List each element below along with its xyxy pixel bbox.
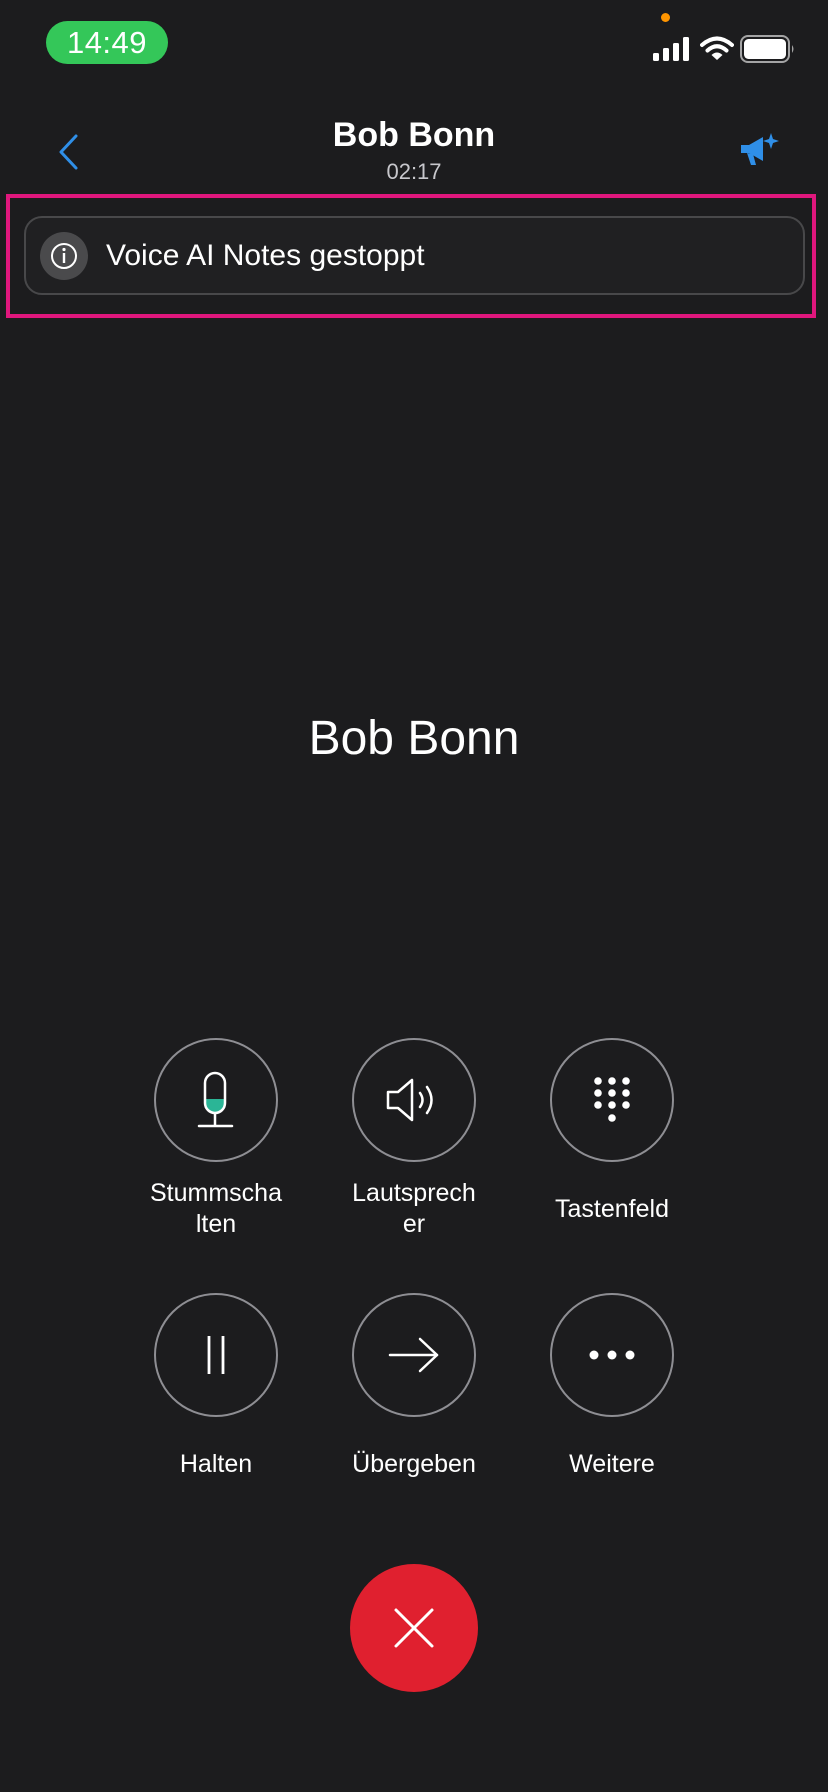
- call-duration: 02:17: [386, 159, 442, 184]
- back-button[interactable]: [48, 128, 88, 176]
- mute-button[interactable]: Stummscha lten: [126, 1038, 306, 1240]
- speaker-button-circle[interactable]: [352, 1038, 476, 1162]
- megaphone-sparkle-icon: [741, 133, 779, 165]
- privacy-indicator-dot: [661, 13, 670, 22]
- pause-icon: [207, 1336, 225, 1374]
- status-time: 14:49: [46, 21, 168, 64]
- voice-ai-status-banner: Voice AI Notes gestoppt: [24, 216, 805, 295]
- speaker-icon: [386, 1078, 433, 1122]
- arrow-right-icon: [388, 1337, 439, 1373]
- keypad-button[interactable]: Tastenfeld: [522, 1038, 702, 1225]
- close-icon: [394, 1608, 434, 1648]
- info-icon: [40, 231, 88, 280]
- mute-button-circle[interactable]: [154, 1038, 278, 1162]
- end-call-button[interactable]: [350, 1564, 478, 1692]
- microphone-icon: [197, 1071, 234, 1128]
- voice-ai-button[interactable]: [734, 126, 786, 174]
- more-icon: [589, 1350, 635, 1360]
- signal-icon: [653, 37, 689, 61]
- transfer-button[interactable]: Übergeben: [324, 1293, 504, 1480]
- keypad-label: Tastenfeld: [555, 1195, 669, 1223]
- more-label: Weitere: [569, 1450, 655, 1478]
- call-header-title: Bob Bonn: [332, 116, 496, 154]
- keypad-button-circle[interactable]: [550, 1038, 674, 1162]
- hold-button-circle[interactable]: [154, 1293, 278, 1417]
- chevron-left-icon: [59, 134, 78, 170]
- hold-button[interactable]: Halten: [126, 1293, 306, 1480]
- more-button-circle[interactable]: [550, 1293, 674, 1417]
- speaker-button[interactable]: Lautsprech er: [324, 1038, 504, 1240]
- keypad-icon: [594, 1077, 630, 1122]
- transfer-label: Übergeben: [352, 1450, 476, 1478]
- mute-label: Stummscha lten: [150, 1179, 282, 1238]
- more-button[interactable]: Weitere: [522, 1293, 702, 1480]
- wifi-icon: [700, 36, 734, 60]
- banner-text: Voice AI Notes gestoppt: [106, 238, 425, 272]
- callee-name: Bob Bonn: [308, 712, 520, 765]
- speaker-label: Lautsprech er: [352, 1179, 476, 1238]
- battery-icon: [740, 35, 794, 63]
- hold-label: Halten: [179, 1450, 253, 1478]
- transfer-button-circle[interactable]: [352, 1293, 476, 1417]
